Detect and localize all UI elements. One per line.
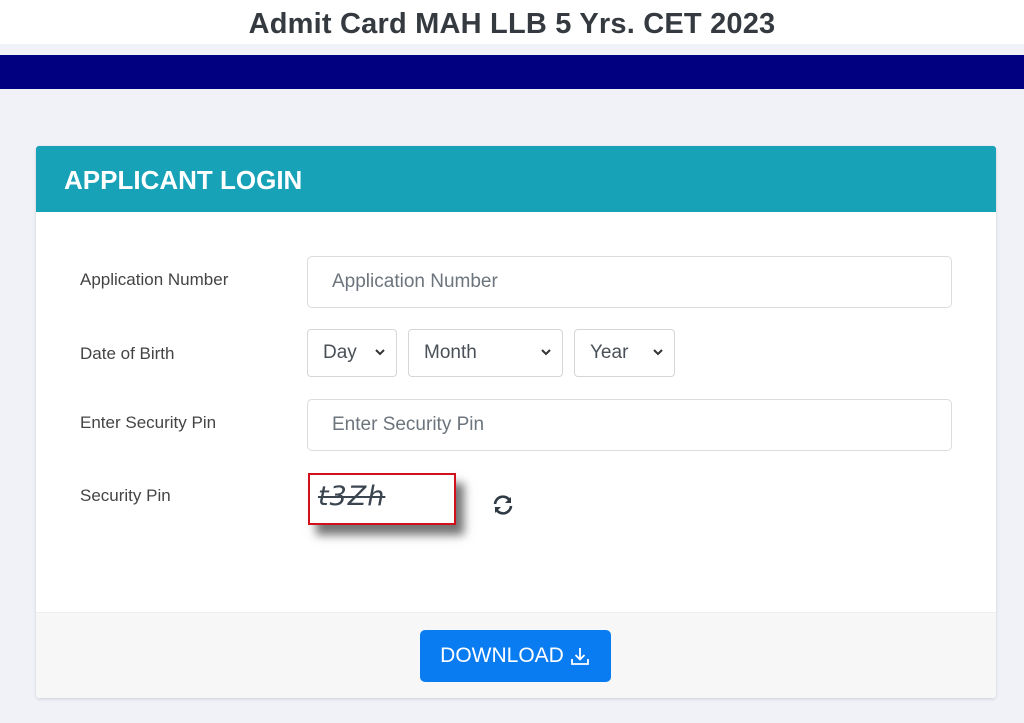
dob-day-value: Day (323, 342, 357, 363)
card-footer: DOWNLOAD (36, 612, 996, 698)
card-header: APPLICANT LOGIN (36, 146, 996, 212)
security-pin-input[interactable] (307, 399, 952, 451)
date-of-birth-label: Date of Birth (80, 344, 175, 363)
dob-month-value: Month (424, 342, 477, 363)
captcha-image: t3Zh (308, 473, 456, 525)
chevron-down-icon (541, 349, 551, 356)
dob-month-select[interactable]: Month (408, 329, 563, 377)
application-number-label: Application Number (80, 270, 229, 289)
navigation-bar (0, 55, 1024, 89)
dob-year-value: Year (590, 342, 629, 363)
dob-year-select[interactable]: Year (574, 329, 675, 377)
download-icon (570, 648, 589, 665)
download-button-label: DOWNLOAD (440, 644, 564, 667)
captcha-text: t3Zh (318, 481, 386, 512)
dob-day-select[interactable]: Day (307, 329, 397, 377)
security-pin-label: Security Pin (80, 486, 171, 505)
page-title: Admit Card MAH LLB 5 Yrs. CET 2023 (248, 8, 776, 40)
refresh-icon[interactable] (491, 493, 515, 517)
enter-security-pin-label: Enter Security Pin (80, 413, 217, 432)
download-button[interactable]: DOWNLOAD (420, 630, 611, 682)
chevron-down-icon (653, 349, 663, 356)
application-number-input[interactable] (307, 256, 952, 308)
card-title: APPLICANT LOGIN (64, 165, 303, 195)
login-card: APPLICANT LOGIN Application Number Date … (36, 146, 996, 698)
chevron-down-icon (375, 349, 385, 356)
page-header: Admit Card MAH LLB 5 Yrs. CET 2023 (0, 0, 1024, 44)
